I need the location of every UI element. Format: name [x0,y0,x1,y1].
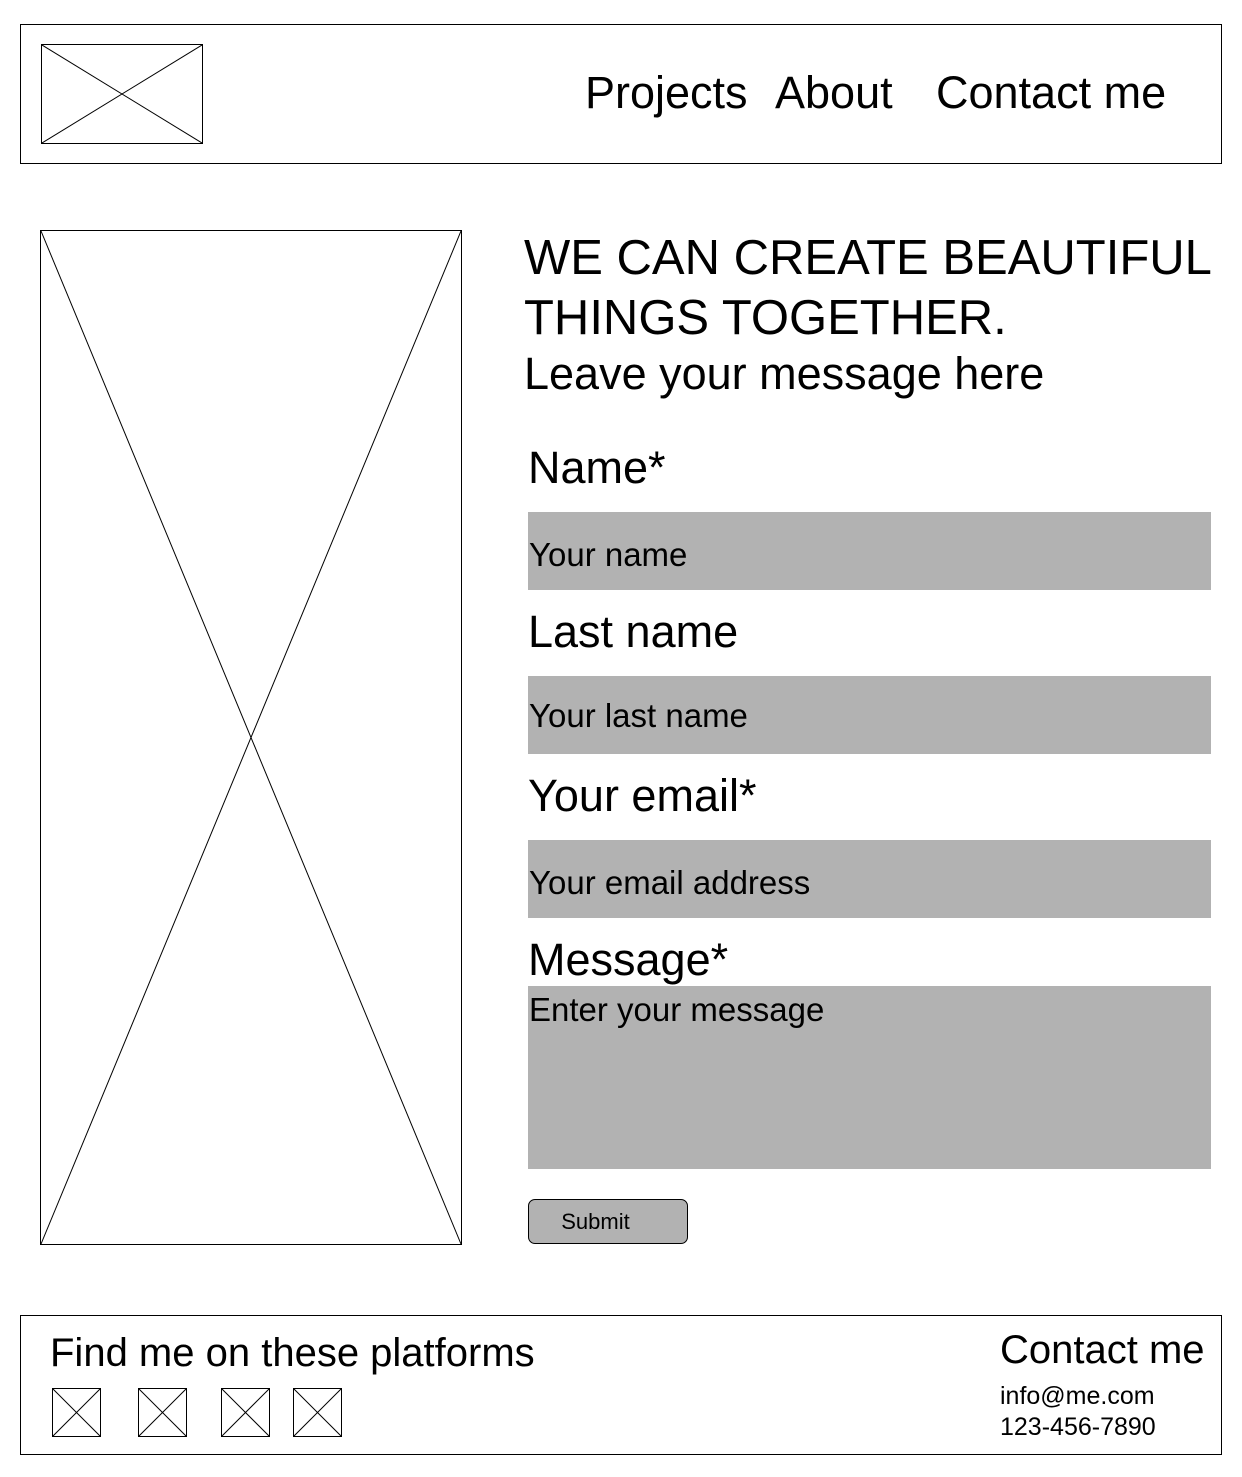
last-name-input[interactable] [528,676,1211,754]
submit-button[interactable]: Submit [528,1199,688,1244]
page-headline: WE CAN CREATE BEAUTIFUL THINGS TOGETHER. [524,231,1211,345]
page-subheadline: Leave your message here [524,348,1045,399]
last-name-label: Last name [528,606,739,657]
message-textarea[interactable] [528,986,1211,1169]
hero-image-placeholder-icon [40,230,462,1245]
name-label: Name* [528,442,666,493]
email-label: Your email* [528,770,757,821]
social-platform-3-icon[interactable] [221,1388,270,1437]
footer-email[interactable]: info@me.com [1000,1384,1155,1409]
nav-link-about[interactable]: About [775,70,893,115]
nav-link-contact[interactable]: Contact me [936,70,1166,115]
name-input[interactable] [528,512,1211,590]
logo-image-placeholder-icon[interactable] [41,44,203,144]
footer-contact-title: Contact me [1000,1328,1205,1372]
footer-find-me-text: Find me on these platforms [50,1331,535,1375]
footer-phone[interactable]: 123-456-7890 [1000,1415,1156,1440]
message-label: Message* [528,934,729,985]
social-platform-2-icon[interactable] [138,1388,187,1437]
social-platform-4-icon[interactable] [293,1388,342,1437]
email-input[interactable] [528,840,1211,918]
nav-link-projects[interactable]: Projects [585,70,748,115]
social-platform-1-icon[interactable] [52,1388,101,1437]
